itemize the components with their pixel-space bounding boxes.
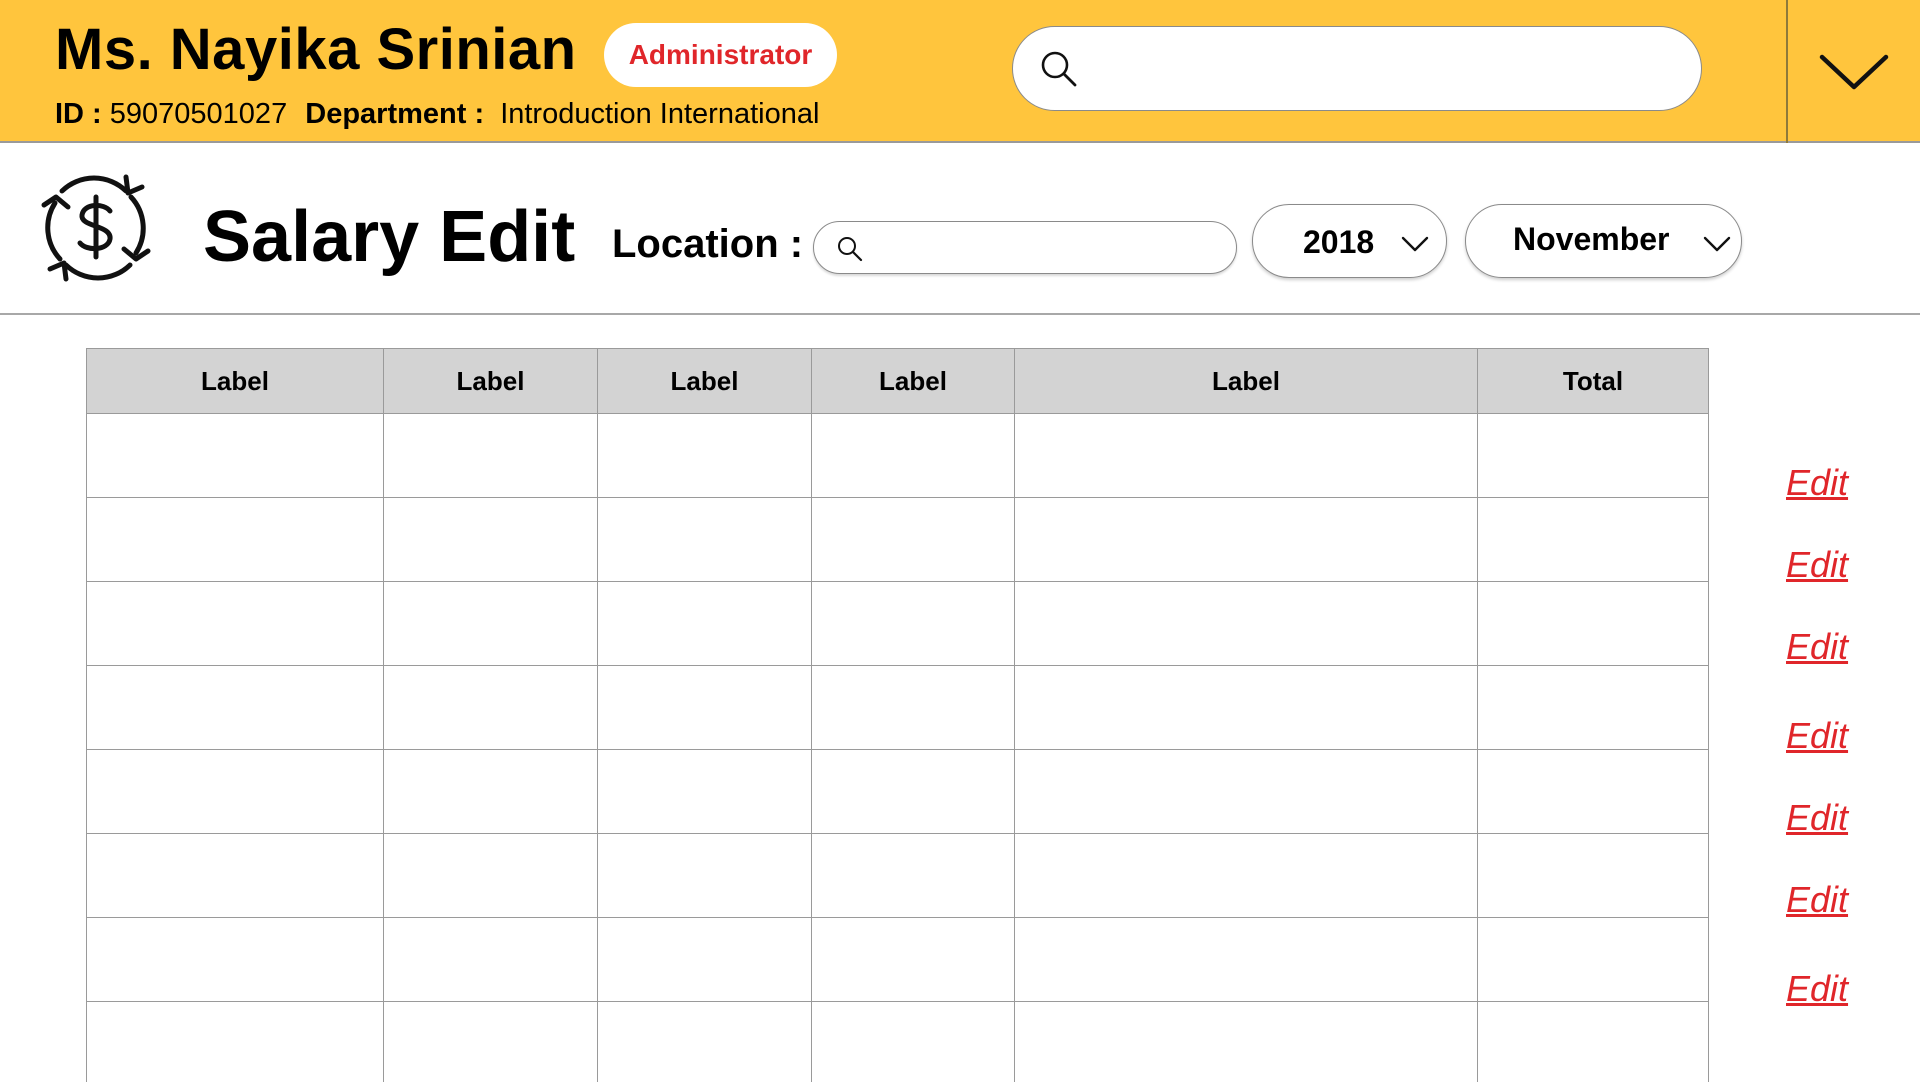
table-cell xyxy=(598,750,812,834)
table-row xyxy=(87,834,1709,918)
table-cell xyxy=(384,666,598,750)
table-row xyxy=(87,498,1709,582)
table-cell xyxy=(87,918,384,1002)
table-cell xyxy=(384,414,598,498)
edit-row-link[interactable]: Edit xyxy=(1786,879,1848,921)
edit-row-link[interactable]: Edit xyxy=(1786,797,1848,839)
top-header-bar: Ms. Nayika Srinian Administrator ID : 59… xyxy=(0,0,1920,143)
table-row xyxy=(87,414,1709,498)
month-select-value: November xyxy=(1513,221,1670,258)
edit-row-link[interactable]: Edit xyxy=(1786,462,1848,504)
table-cell xyxy=(812,918,1015,1002)
month-select[interactable]: November xyxy=(1465,204,1742,278)
table-cell-total xyxy=(1478,750,1709,834)
table-cell xyxy=(1015,498,1478,582)
table-cell xyxy=(1015,582,1478,666)
table-cell xyxy=(1015,1002,1478,1082)
edit-row-link[interactable]: Edit xyxy=(1786,968,1848,1010)
id-label: ID : xyxy=(55,98,102,130)
table-cell xyxy=(87,498,384,582)
table-cell xyxy=(384,582,598,666)
table-cell xyxy=(598,834,812,918)
table-cell xyxy=(1015,750,1478,834)
table-cell xyxy=(812,750,1015,834)
page-title: Salary Edit xyxy=(203,196,575,278)
table-row xyxy=(87,750,1709,834)
table-cell xyxy=(87,582,384,666)
table-cell xyxy=(87,750,384,834)
table-cell xyxy=(598,1002,812,1082)
edit-row-link[interactable]: Edit xyxy=(1786,626,1848,668)
table-cell xyxy=(812,498,1015,582)
currency-exchange-icon xyxy=(32,163,160,293)
table-cell xyxy=(812,1002,1015,1082)
global-search-input[interactable] xyxy=(1103,41,1677,98)
table-cell xyxy=(87,414,384,498)
edit-row-link[interactable]: Edit xyxy=(1786,715,1848,757)
column-header: Label xyxy=(1015,349,1478,414)
table-cell xyxy=(812,666,1015,750)
table-cell-total xyxy=(1478,498,1709,582)
table-cell xyxy=(812,834,1015,918)
location-search-input[interactable] xyxy=(872,230,1226,268)
user-name: Ms. Nayika Srinian xyxy=(55,16,577,83)
column-header: Label xyxy=(812,349,1015,414)
global-search[interactable] xyxy=(1012,26,1702,111)
table-cell xyxy=(598,498,812,582)
table-cell xyxy=(598,666,812,750)
table-row xyxy=(87,918,1709,1002)
table-cell-total xyxy=(1478,666,1709,750)
table-cell-total xyxy=(1478,918,1709,1002)
salary-table: Label Label Label Label Label Total xyxy=(86,348,1709,1082)
table-cell xyxy=(598,918,812,1002)
table-cell xyxy=(384,750,598,834)
table-row xyxy=(87,666,1709,750)
table-cell xyxy=(598,414,812,498)
table-cell xyxy=(1015,918,1478,1002)
user-info-line: ID : 59070501027 Department : Introducti… xyxy=(55,98,819,131)
chevron-down-icon xyxy=(1703,235,1731,253)
table-cell xyxy=(384,498,598,582)
table-cell xyxy=(87,834,384,918)
table-cell xyxy=(1015,414,1478,498)
table-row xyxy=(87,582,1709,666)
section-divider xyxy=(0,313,1920,315)
table-cell-total xyxy=(1478,1002,1709,1082)
chevron-down-icon xyxy=(1819,52,1889,92)
table-cell xyxy=(1015,834,1478,918)
table-cell-total xyxy=(1478,834,1709,918)
year-select-value: 2018 xyxy=(1303,224,1374,261)
table-cell xyxy=(384,834,598,918)
table-cell-total xyxy=(1478,582,1709,666)
table-cell xyxy=(384,918,598,1002)
column-header: Label xyxy=(87,349,384,414)
location-label: Location : xyxy=(612,222,803,267)
table-cell xyxy=(812,582,1015,666)
table-cell-total xyxy=(1478,414,1709,498)
role-badge: Administrator xyxy=(604,23,837,87)
id-value: 59070501027 xyxy=(110,98,287,130)
table-cell xyxy=(1015,666,1478,750)
edit-row-link[interactable]: Edit xyxy=(1786,544,1848,586)
year-select[interactable]: 2018 xyxy=(1252,204,1447,278)
table-cell xyxy=(812,414,1015,498)
department-value: Introduction International xyxy=(500,98,819,130)
search-icon xyxy=(836,235,864,263)
location-search[interactable] xyxy=(813,221,1237,274)
column-header: Label xyxy=(384,349,598,414)
table-row xyxy=(87,1002,1709,1082)
header-menu-button[interactable] xyxy=(1788,0,1920,143)
department-label: Department : xyxy=(305,98,484,130)
table-cell xyxy=(87,1002,384,1082)
table-cell xyxy=(598,582,812,666)
table-cell xyxy=(87,666,384,750)
column-header-total: Total xyxy=(1478,349,1709,414)
search-icon xyxy=(1039,49,1079,89)
chevron-down-icon xyxy=(1401,235,1429,253)
table-header-row: Label Label Label Label Label Total xyxy=(87,349,1709,414)
column-header: Label xyxy=(598,349,812,414)
table-cell xyxy=(384,1002,598,1082)
